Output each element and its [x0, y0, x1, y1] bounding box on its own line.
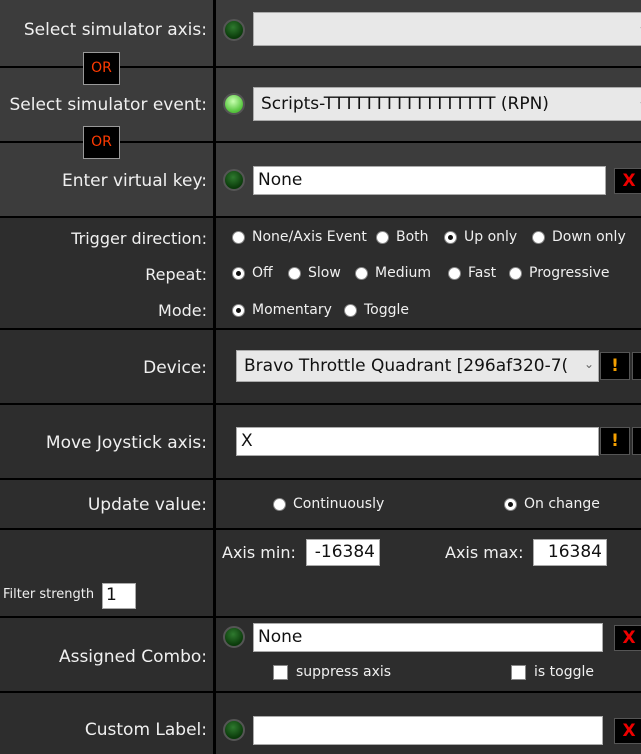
mode-toggle-radio[interactable]: Toggle	[344, 302, 409, 318]
device-warning-button[interactable]: !	[600, 352, 630, 380]
update-continuously-radio[interactable]: Continuously	[273, 496, 384, 512]
filter-strength-input[interactable]: 1	[102, 583, 136, 609]
joystick-row: Move Joystick axis: X !	[0, 405, 641, 478]
mode-label: Mode:	[158, 301, 207, 320]
filter-strength-label: Filter strength	[3, 587, 95, 602]
mode-momentary-radio[interactable]: Momentary	[232, 302, 332, 318]
axis-max-label: Axis max:	[445, 543, 524, 562]
repeat-medium-radio[interactable]: Medium	[355, 265, 431, 281]
device-status-button[interactable]	[632, 352, 641, 380]
is-toggle-checkbox[interactable]: is toggle	[511, 664, 594, 680]
assigned-combo-input[interactable]: None	[253, 623, 603, 652]
clear-virtual-key-button[interactable]: X	[614, 168, 641, 194]
axis-max-input[interactable]: 16384	[533, 539, 607, 566]
trigger-options-row: Trigger direction: Repeat: Mode: None/Ax…	[0, 218, 641, 328]
device-select[interactable]: Bravo Throttle Quadrant [296af320-7(⌄	[236, 350, 599, 382]
or-divider-label: OR	[83, 52, 120, 85]
repeat-off-radio[interactable]: Off	[232, 265, 273, 281]
joystick-warning-button[interactable]: !	[600, 427, 630, 455]
axis-range-row: Filter strength 1 Axis min: -16384 Axis …	[0, 530, 641, 616]
joystick-extra-button[interactable]	[632, 427, 641, 455]
joystick-axis-input[interactable]: X	[236, 427, 599, 456]
virtual-key-input[interactable]: None	[253, 166, 606, 195]
custom-label-row: Custom Label: X	[0, 693, 641, 754]
axis-status-led-icon	[223, 19, 245, 41]
or-divider-label: OR	[83, 126, 120, 159]
trigger-both-radio[interactable]: Both	[376, 229, 429, 245]
trigger-down-radio[interactable]: Down only	[532, 229, 626, 245]
simulator-event-select[interactable]: Scripts-TTTTTTTTTTTTTTTTT (RPN)⌄	[253, 87, 641, 121]
trigger-up-radio[interactable]: Up only	[444, 229, 517, 245]
clear-custom-label-button[interactable]: X	[614, 718, 641, 744]
event-status-led-icon	[223, 93, 245, 115]
trigger-direction-label: Trigger direction:	[71, 229, 207, 248]
repeat-fast-radio[interactable]: Fast	[448, 265, 496, 281]
combo-status-led-icon	[223, 626, 245, 648]
clear-combo-button[interactable]: X	[614, 625, 641, 651]
axis-label: Select simulator axis:	[23, 20, 207, 40]
axis-min-input[interactable]: -16384	[306, 539, 380, 566]
virtual-key-label: Enter virtual key:	[61, 171, 207, 191]
trigger-none-radio[interactable]: None/Axis Event	[232, 229, 367, 245]
axis-min-label: Axis min:	[222, 543, 296, 562]
custom-label-label: Custom Label:	[84, 720, 207, 740]
device-label: Device:	[143, 358, 207, 378]
custom-label-input[interactable]	[253, 716, 603, 745]
joystick-axis-label: Move Joystick axis:	[45, 433, 207, 453]
combo-row: Assigned Combo: None X suppress axis is …	[0, 618, 641, 691]
repeat-slow-radio[interactable]: Slow	[288, 265, 341, 281]
repeat-label: Repeat:	[145, 265, 207, 284]
repeat-progressive-radio[interactable]: Progressive	[509, 265, 610, 281]
update-value-label: Update value:	[87, 495, 207, 515]
device-row: Device: Bravo Throttle Quadrant [296af32…	[0, 330, 641, 403]
event-label: Select simulator event:	[9, 95, 207, 115]
suppress-axis-checkbox[interactable]: suppress axis	[273, 664, 391, 680]
update-on-change-radio[interactable]: On change	[504, 496, 600, 512]
vkey-status-led-icon	[223, 169, 245, 191]
custom-label-led-icon	[223, 719, 245, 741]
simulator-axis-select[interactable]: ⌄	[253, 12, 641, 46]
chevron-down-icon: ⌄	[580, 357, 594, 371]
assigned-combo-label: Assigned Combo:	[58, 647, 207, 667]
update-row: Update value: Continuously On change	[0, 480, 641, 528]
